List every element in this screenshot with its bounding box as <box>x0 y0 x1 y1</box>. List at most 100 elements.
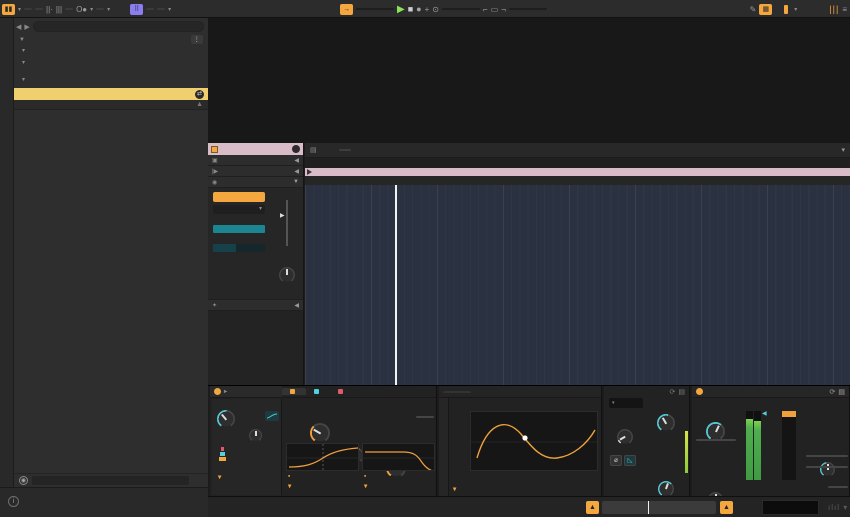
slope-icon[interactable]: ◺ <box>624 455 636 466</box>
tempo-field[interactable] <box>35 8 44 10</box>
waveform-display[interactable] <box>305 185 850 385</box>
gain-slider[interactable] <box>286 200 288 246</box>
ceiling-marker-icon[interactable]: ◀ <box>762 410 767 417</box>
punch-out-icon[interactable]: ¬ <box>501 5 506 14</box>
hot-swap-icon[interactable]: ⇄ <box>195 89 204 99</box>
clip-section-row[interactable]: ▣ ◀ <box>208 155 303 166</box>
link-caret-icon[interactable]: ▾ <box>18 6 21 13</box>
drive-knob[interactable] <box>217 410 235 428</box>
browser-forward-icon[interactable]: ▶ <box>24 23 29 31</box>
clip-title-bar[interactable] <box>208 143 303 155</box>
pitch-knob[interactable] <box>279 267 295 283</box>
warp-marker-lane[interactable] <box>305 176 850 185</box>
follow-button[interactable]: → <box>340 3 353 15</box>
warp-mode-select[interactable] <box>213 205 265 214</box>
edit-filters-button[interactable]: ⋮ <box>190 35 203 44</box>
filter-type-select[interactable]: ▾ <box>364 482 367 490</box>
draw-mode-icon[interactable]: ✎ <box>750 5 757 14</box>
warp-button[interactable] <box>213 192 265 202</box>
limiter-power-icon[interactable] <box>696 388 703 395</box>
link-toggle-icon[interactable]: ▮▮ <box>2 3 15 15</box>
computer-midi-keyboard-icon[interactable]: ▦ <box>759 3 773 15</box>
routing-value[interactable]: ▾ <box>218 473 221 481</box>
tab-mod-sources[interactable] <box>443 390 471 393</box>
groove-pool-icon[interactable]: O● <box>76 5 87 14</box>
pre-button[interactable] <box>416 416 434 418</box>
maximize-button[interactable] <box>696 439 736 441</box>
filter-curve-graph[interactable] <box>362 443 435 471</box>
menu-icon[interactable]: ≡ <box>842 5 847 14</box>
ceiling-meter-left2[interactable] <box>754 411 761 480</box>
formants-slider[interactable] <box>213 225 265 233</box>
lfo-mode-select[interactable]: ▾ <box>453 485 456 493</box>
mode-softclip-button[interactable] <box>806 455 848 457</box>
grid-value-select[interactable]: ▾ <box>841 146 845 154</box>
loop-start-display[interactable] <box>441 8 480 10</box>
metronome-count-icon[interactable]: ||| <box>56 5 62 14</box>
punch-in-icon[interactable]: ⌐ <box>483 5 488 14</box>
modulation-side-tab[interactable] <box>439 398 449 497</box>
clip-preview-toggle-icon[interactable]: ▲ <box>720 501 733 514</box>
preview-toggle-icon[interactable]: ▲ <box>586 501 599 514</box>
tab-sample[interactable] <box>338 149 351 151</box>
tab-matrix[interactable] <box>474 391 502 393</box>
envelope-slider[interactable] <box>213 244 265 252</box>
tone-knob[interactable] <box>249 429 262 442</box>
fb-mode-select[interactable] <box>609 398 643 408</box>
metronome-icon[interactable]: ||· <box>46 5 53 14</box>
device-extra-icons[interactable]: ⟳ ▤ <box>670 388 686 396</box>
results-column-header[interactable]: ▲ <box>14 100 208 110</box>
gain-marker-icon[interactable]: ▶ <box>280 212 285 219</box>
tap-tempo-button[interactable] <box>24 8 33 10</box>
meter-bars-icon[interactable]: ılıl ▾ <box>828 503 848 512</box>
scale-root-field[interactable] <box>146 8 155 10</box>
amount-knob[interactable] <box>310 423 330 443</box>
play-button[interactable]: ▶ <box>397 4 405 15</box>
ceiling-meter-left[interactable] <box>746 411 753 480</box>
statusbar-waveform[interactable] <box>602 501 716 514</box>
roar-feedback-output: ⟳▤ ø ◺ <box>604 386 690 497</box>
launch-section-row[interactable]: |▶ ◀ <box>208 166 303 177</box>
stop-button[interactable]: ■ <box>408 4 413 14</box>
loop-brace[interactable] <box>305 168 850 176</box>
statusbar-clip-display[interactable] <box>762 500 819 515</box>
filters-collapse-icon[interactable]: ▼ <box>19 37 25 43</box>
tab-envelopes[interactable] <box>355 149 367 151</box>
lfo-curve-graph[interactable] <box>470 411 598 471</box>
audio-section-row[interactable]: ◉ ▼ <box>208 177 303 188</box>
compress-knob[interactable] <box>657 414 675 432</box>
limiter-extra-icons[interactable]: ⟳ ▤ <box>830 388 846 396</box>
mode-truepeak-button[interactable] <box>806 466 848 468</box>
quantize-menu[interactable] <box>96 8 105 10</box>
output-knob[interactable] <box>658 481 674 497</box>
automation-arm-icon[interactable]: ⊙ <box>432 5 439 14</box>
browser-back-icon[interactable]: ◀ <box>16 23 21 31</box>
arrangement-position-display[interactable] <box>356 8 394 10</box>
tone-filter-icon[interactable] <box>265 411 279 421</box>
routing-ms-button[interactable] <box>828 486 848 488</box>
preview-waveform[interactable] <box>32 476 189 485</box>
loop-icon[interactable]: ▭ <box>491 5 499 14</box>
overdub-icon[interactable]: + <box>425 5 430 14</box>
search-input[interactable] <box>32 21 204 32</box>
preview-play-icon[interactable]: ◉ <box>19 476 28 485</box>
time-signature-field[interactable] <box>65 8 74 10</box>
scale-icon[interactable]: ⠿ <box>130 3 144 15</box>
roar-tab-high[interactable] <box>330 388 354 395</box>
record-button[interactable]: ● <box>416 4 421 14</box>
fb-amount-knob[interactable] <box>617 429 633 445</box>
roar-tab-low[interactable] <box>282 388 306 395</box>
loop-length-display[interactable] <box>508 8 547 10</box>
info-icon[interactable]: i <box>8 496 19 507</box>
roar-tab-mid[interactable] <box>306 388 330 395</box>
lookahead-knob[interactable] <box>820 462 835 477</box>
shaper-type-select[interactable]: ▾ <box>288 482 291 490</box>
scale-name-menu[interactable] <box>157 8 166 10</box>
roar-power-icon[interactable] <box>214 388 221 395</box>
phase-invert-button[interactable]: ø <box>610 455 622 466</box>
shaper-curve-graph[interactable] <box>286 443 359 471</box>
transform-section-row[interactable]: ✦ ◀ <box>208 300 303 311</box>
beat-ruler[interactable] <box>305 158 850 168</box>
clip-menu-icon[interactable] <box>292 145 300 153</box>
gr-meter[interactable] <box>782 411 796 480</box>
